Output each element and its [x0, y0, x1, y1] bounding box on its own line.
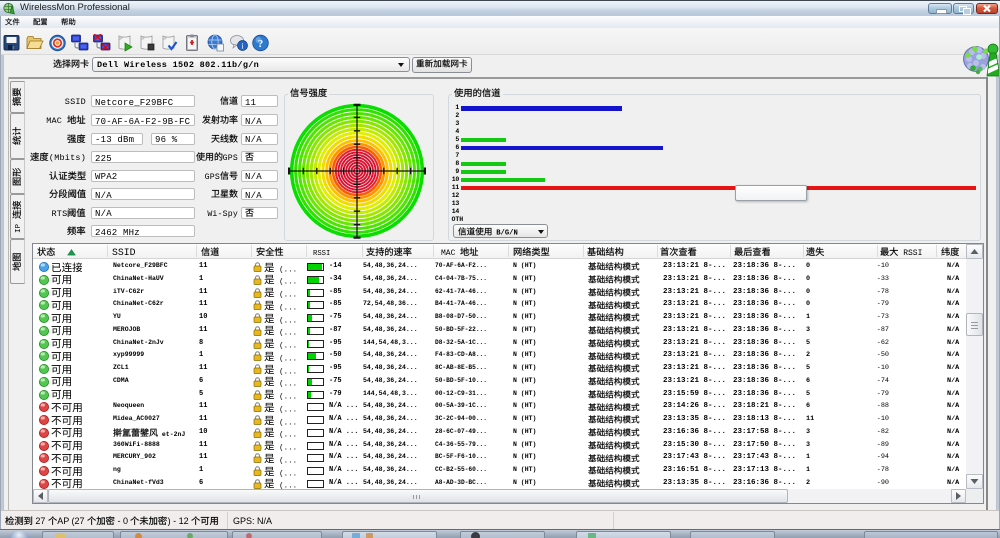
svg-text:?: ?	[258, 38, 264, 50]
